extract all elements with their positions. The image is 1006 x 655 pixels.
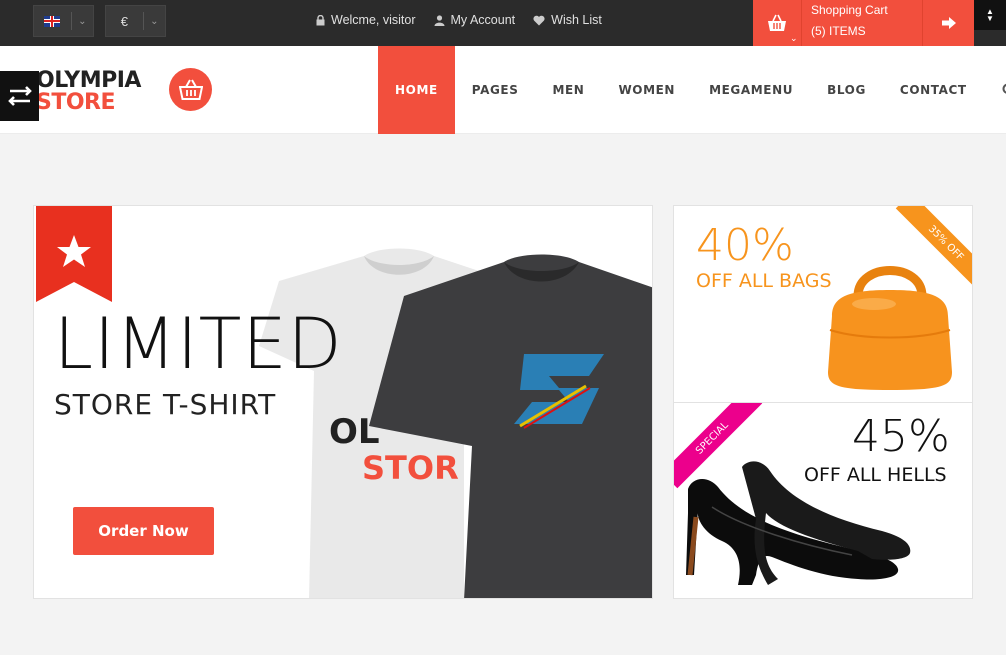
layout-switcher-button[interactable] <box>0 71 39 121</box>
top-bar: ⌄ € ⌄ Welcme, visitor My Account Wish Li… <box>0 0 1006 46</box>
heels-banner[interactable]: 45% OFF ALL HELLS SPECIAL <box>673 402 973 599</box>
checkout-button[interactable] <box>923 0 974 46</box>
hero-title: LIMITED <box>54 303 343 385</box>
heels-discount-percent: 45% <box>852 411 950 462</box>
tshirts-image: OL STOR <box>259 248 652 598</box>
bags-banner[interactable]: 40% OFF ALL BAGS 35% OFF <box>673 205 973 403</box>
arrow-right-icon <box>941 17 956 29</box>
site-header: OLYMPIA STORE HOME PAGES MEN WOMEN MEGAM… <box>0 46 1006 134</box>
hero-banner[interactable]: OL STOR LIMITED STORE T-SHIRT Order Now <box>33 205 653 599</box>
search-icon <box>1002 83 1006 94</box>
flag-uk-icon <box>34 15 71 27</box>
top-links: Welcme, visitor My Account Wish List <box>316 13 602 27</box>
black-heels-image <box>686 461 911 585</box>
logo-basket-icon <box>169 68 212 111</box>
user-icon <box>434 14 445 26</box>
chevron-down-icon: ⌄ <box>78 15 87 27</box>
basket-icon <box>768 14 786 31</box>
star-ribbon <box>36 206 112 302</box>
site-logo[interactable]: OLYMPIA STORE <box>36 70 141 114</box>
nav-megamenu[interactable]: MEGAMENU <box>692 46 810 134</box>
currency-value: € <box>120 13 128 29</box>
currency-select[interactable]: € ⌄ <box>105 5 166 37</box>
cart-basket-button[interactable]: ⌄ <box>753 0 802 46</box>
hero-subtitle: STORE T-SHIRT <box>54 388 277 421</box>
language-select[interactable]: ⌄ <box>33 5 94 37</box>
nav-pages[interactable]: PAGES <box>455 46 536 134</box>
nav-men[interactable]: MEN <box>535 46 601 134</box>
welcome-link[interactable]: Welcme, visitor <box>316 13 416 27</box>
wishlist-link[interactable]: Wish List <box>533 13 602 27</box>
caret-down-icon: ▼ <box>986 14 994 23</box>
wishlist-text: Wish List <box>551 13 602 27</box>
lock-icon <box>316 14 325 25</box>
cart-summary[interactable]: Shopping Cart (5) ITEMS <box>802 0 923 46</box>
cart-items-count: (5) ITEMS <box>811 24 866 38</box>
my-account-link[interactable]: My Account <box>434 13 516 27</box>
logo-line-2: STORE <box>36 90 116 115</box>
nav-women[interactable]: WOMEN <box>601 46 692 134</box>
switch-arrows-icon <box>7 86 32 106</box>
order-now-button[interactable]: Order Now <box>73 507 214 555</box>
logo-line-1: OLYMPIA <box>36 68 141 93</box>
main-nav: HOME PAGES MEN WOMEN MEGAMENU BLOG CONTA… <box>378 46 1006 134</box>
chevron-down-icon: ⌄ <box>150 15 159 27</box>
search-button[interactable] <box>984 46 1006 134</box>
nav-home[interactable]: HOME <box>378 46 455 134</box>
welcome-text: Welcme, visitor <box>331 13 416 27</box>
shirt-print-line-2: STOR <box>362 449 459 487</box>
bags-discount-percent: 40% <box>696 220 794 271</box>
orange-bag-image <box>828 266 952 390</box>
cart-title: Shopping Cart <box>811 3 888 17</box>
scroll-control[interactable]: ▲ ▼ <box>974 0 1006 30</box>
nav-blog[interactable]: BLOG <box>810 46 883 134</box>
my-account-text: My Account <box>450 13 516 27</box>
bags-discount-text: OFF ALL BAGS <box>696 270 832 292</box>
shopping-cart[interactable]: ⌄ Shopping Cart (5) ITEMS <box>753 0 974 46</box>
heart-icon <box>533 15 545 25</box>
nav-contact[interactable]: CONTACT <box>883 46 984 134</box>
chevron-down-icon: ⌄ <box>790 33 798 43</box>
